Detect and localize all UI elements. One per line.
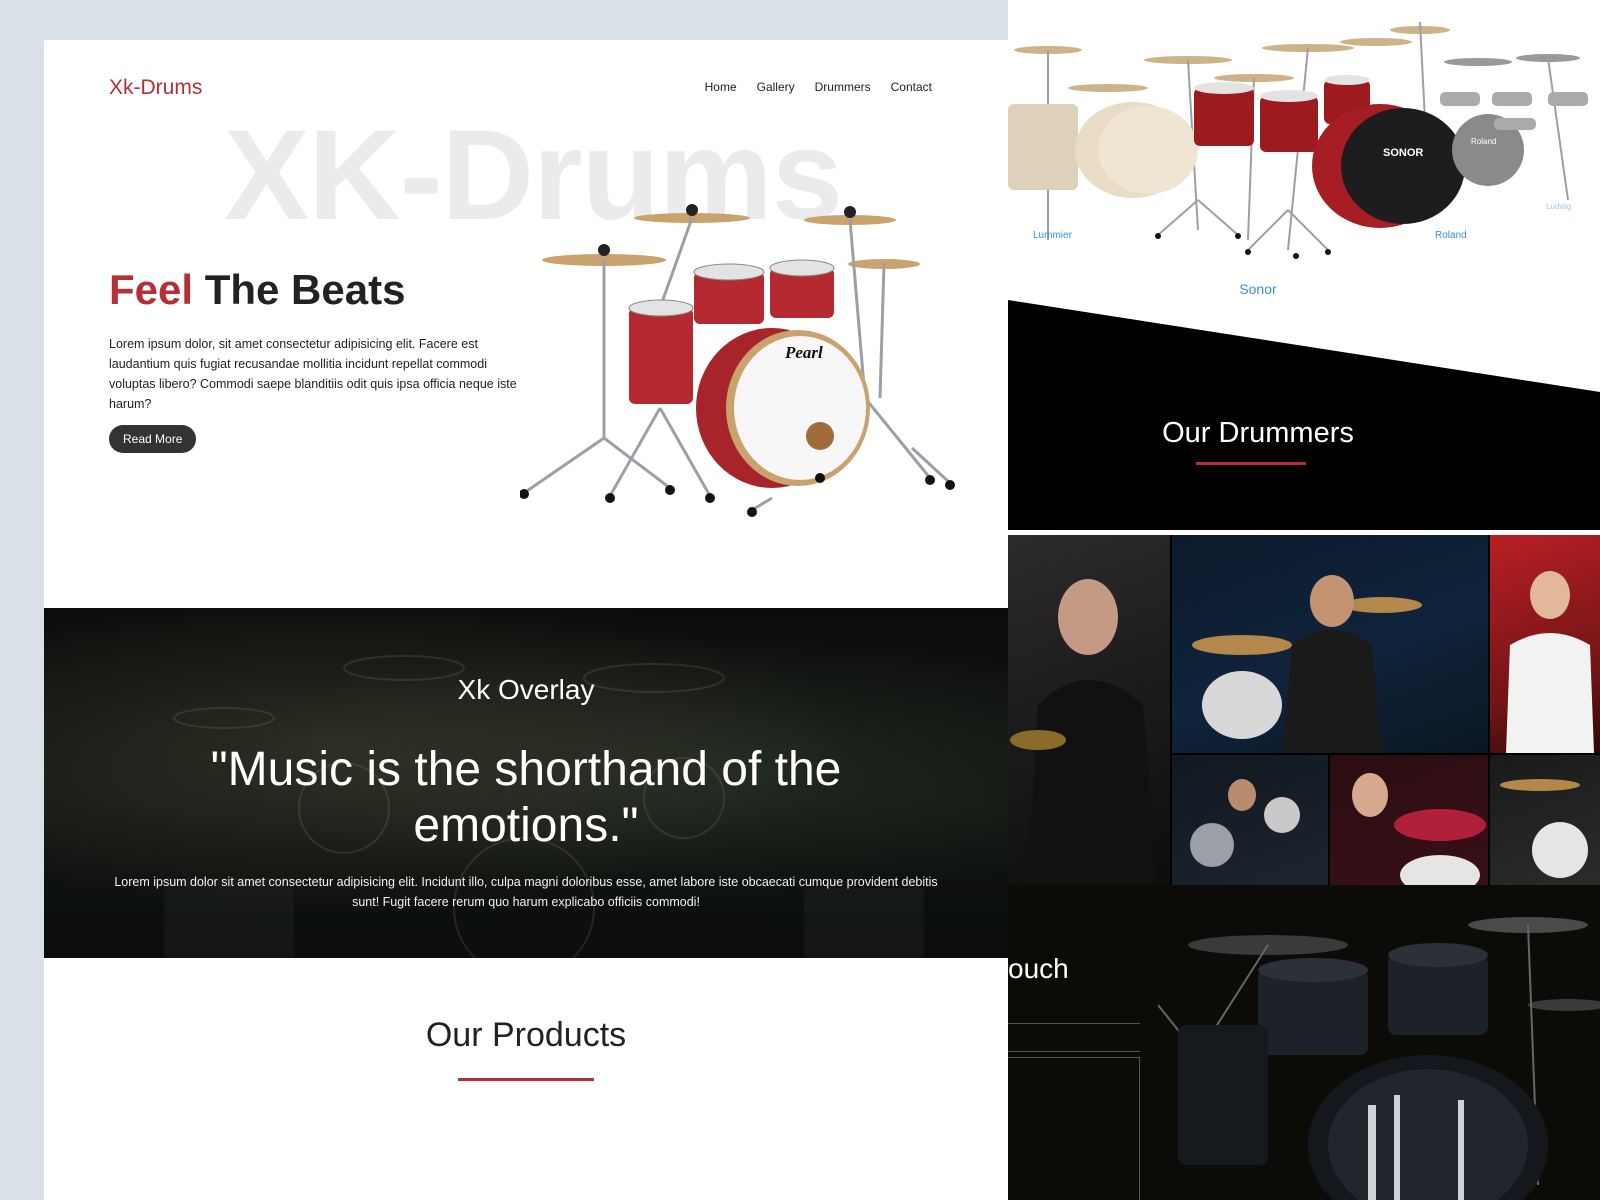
drummer-photo-6[interactable] bbox=[1490, 755, 1600, 885]
nav-home[interactable]: Home bbox=[705, 80, 737, 94]
sonor-badge-text: SONOR bbox=[1383, 147, 1423, 159]
nav-contact[interactable]: Contact bbox=[891, 80, 932, 94]
roland-badge-text: Roland bbox=[1471, 137, 1496, 146]
drummer-figure-1-icon bbox=[1010, 579, 1158, 885]
landing-page-main: Xk-Drums Home Gallery Drummers Contact X… bbox=[44, 40, 1008, 1200]
hero-heading: Feel The Beats bbox=[109, 266, 405, 314]
brand-link-lummier[interactable]: Lummier bbox=[1033, 230, 1072, 241]
hero-description: Lorem ipsum dolor, sit amet consectetur … bbox=[109, 337, 517, 411]
landing-page-secondary: SONOR Roland Lummier Roland Ludwig Sonor… bbox=[1008, 0, 1600, 1200]
drummer-figure-5-icon bbox=[1352, 773, 1486, 885]
drummer-figure-2-icon bbox=[1192, 575, 1422, 753]
main-nav: Home Gallery Drummers Contact bbox=[705, 80, 932, 94]
hero-drum-kit-image: Pearl bbox=[520, 204, 955, 517]
drummer-figure-4-icon bbox=[1190, 779, 1300, 867]
drummer-photo-4[interactable] bbox=[1172, 755, 1328, 885]
get-in-touch-heading: ouch bbox=[1008, 953, 1069, 984]
contact-section: ouch bbox=[1008, 885, 1600, 1200]
contact-email-field[interactable] bbox=[1008, 1051, 1140, 1052]
hero-heading-rest: The Beats bbox=[193, 266, 406, 313]
brand-link-roland[interactable]: Roland bbox=[1435, 230, 1467, 241]
drummers-section-background bbox=[1008, 300, 1600, 530]
pearl-logo-text: Pearl bbox=[784, 343, 823, 362]
overlay-description: Lorem ipsum dolor sit amet consectetur a… bbox=[114, 875, 938, 909]
contact-name-field[interactable] bbox=[1008, 1023, 1140, 1024]
drummer-figure-3-icon bbox=[1506, 571, 1594, 753]
overlay-section: Xk Overlay "Music is the shorthand of th… bbox=[44, 608, 1008, 958]
drummer-photo-3[interactable] bbox=[1490, 535, 1600, 753]
drummer-photo-5[interactable] bbox=[1330, 755, 1488, 885]
hero-heading-accent: Feel bbox=[109, 266, 194, 313]
read-more-button[interactable]: Read More bbox=[109, 425, 197, 453]
brand-link-sonor[interactable]: Sonor bbox=[1008, 281, 1508, 297]
drummer-photo-1[interactable] bbox=[1008, 535, 1170, 885]
drummers-gallery bbox=[1008, 535, 1600, 885]
drummers-title: Our Drummers bbox=[1162, 417, 1354, 449]
brand-link-ludwig[interactable]: Ludwig bbox=[1546, 202, 1571, 211]
overlay-quote: "Music is the shorthand of the emotions.… bbox=[210, 743, 842, 852]
dark-drum-kit-image bbox=[1158, 917, 1600, 1200]
drummer-photo-2[interactable] bbox=[1172, 535, 1488, 753]
brands-drum-kits-image: SONOR Roland bbox=[1008, 0, 1600, 270]
drummers-title-underline bbox=[1196, 462, 1306, 465]
site-logo[interactable]: Xk-Drums bbox=[109, 76, 202, 100]
nav-gallery[interactable]: Gallery bbox=[757, 80, 795, 94]
nav-drummers[interactable]: Drummers bbox=[815, 80, 871, 94]
overlay-title: Xk Overlay bbox=[457, 674, 595, 705]
contact-message-field[interactable] bbox=[1008, 1057, 1140, 1200]
products-title-underline bbox=[458, 1078, 594, 1081]
drummer-figure-6-icon bbox=[1500, 779, 1588, 878]
products-title: Our Products bbox=[425, 1016, 627, 1054]
